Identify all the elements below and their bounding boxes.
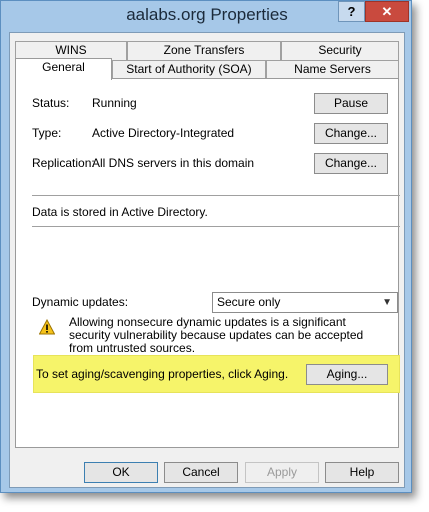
aging-text: To set aging/scavenging properties, clic… [36,367,289,381]
tab-zone-transfers[interactable]: Zone Transfers [127,41,281,60]
storage-text: Data is stored in Active Directory. [32,205,208,219]
cancel-button[interactable]: Cancel [164,462,238,483]
tab-start-of-authority[interactable]: Start of Authority (SOA) [112,60,266,79]
tab-name-servers[interactable]: Name Servers [266,60,399,79]
replication-label: Replication: [32,156,95,170]
dynamic-updates-value: Secure only [217,295,281,309]
warning-icon [39,319,55,335]
status-label: Status: [32,96,70,110]
properties-window: aalabs.org Properties ? ✕ WINS Zone Tran… [0,0,412,493]
help-title-button[interactable]: ? [338,1,365,22]
aging-button[interactable]: Aging... [306,364,388,385]
close-window-button[interactable]: ✕ [365,1,409,22]
separator [32,195,400,196]
status-value: Running [92,96,137,110]
tab-security[interactable]: Security [281,41,399,60]
general-tab-panel: Status: Running Pause Type: Active Direc… [15,78,400,448]
pause-button[interactable]: Pause [314,93,388,114]
ok-button[interactable]: OK [84,462,158,483]
apply-button[interactable]: Apply [245,462,319,483]
dynamic-updates-label: Dynamic updates: [32,295,129,309]
type-label: Type: [32,126,62,140]
warning-text: Allowing nonsecure dynamic updates is a … [69,315,364,355]
dialog-client-area: WINS Zone Transfers Security General Sta… [9,32,405,488]
replication-value: All DNS servers in this domain [92,156,255,170]
tab-general[interactable]: General [15,58,112,80]
replication-change-button[interactable]: Change... [314,153,388,174]
separator [32,226,400,227]
help-button[interactable]: Help [325,462,399,483]
type-value: Active Directory-Integrated [92,126,235,140]
chevron-down-icon: ▼ [382,297,392,308]
type-change-button[interactable]: Change... [314,123,388,144]
dynamic-updates-select[interactable]: Secure only ▼ [212,292,398,313]
